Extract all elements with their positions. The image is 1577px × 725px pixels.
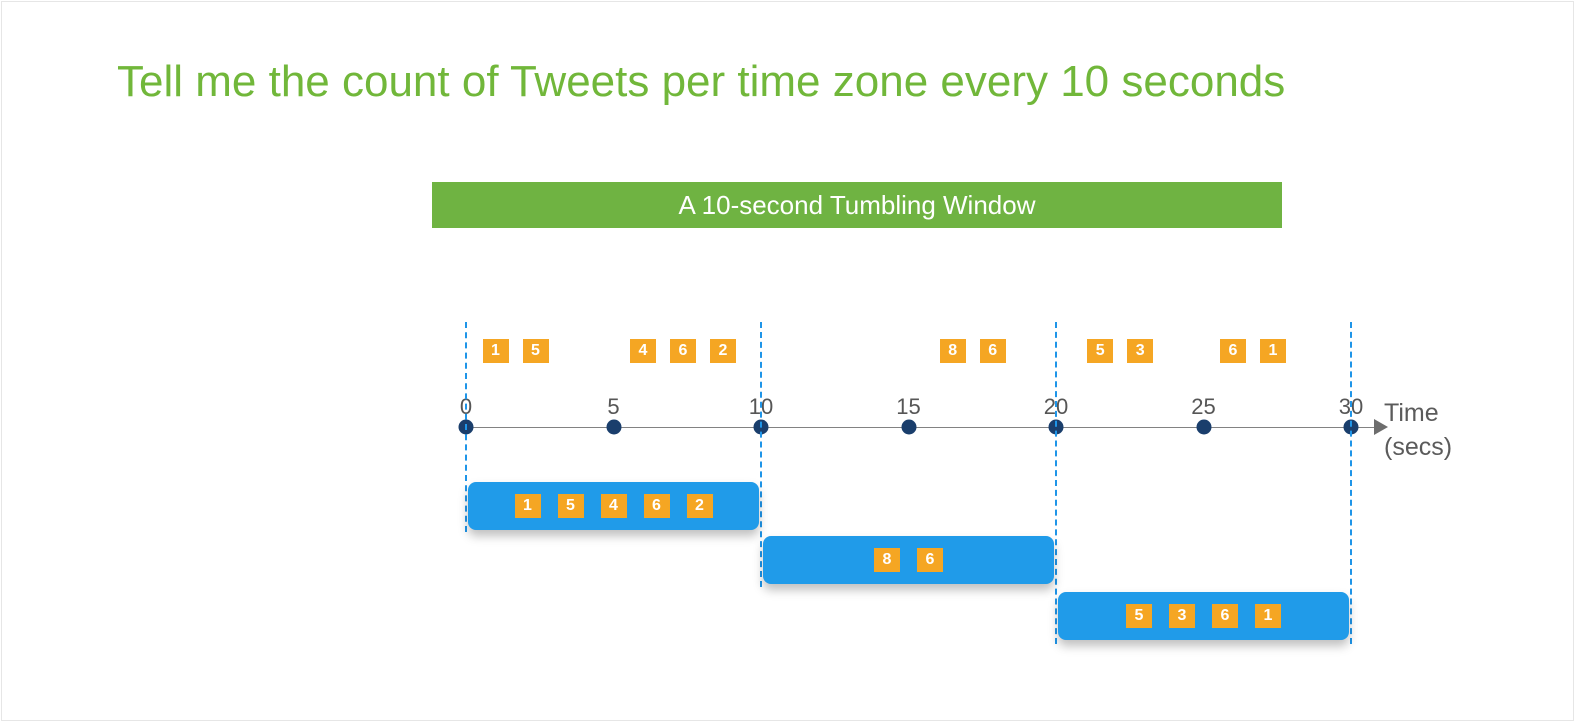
event-chip: 5 [523, 339, 549, 363]
tumbling-window: 86 [763, 536, 1054, 584]
axis-label-line1: Time [1384, 399, 1439, 427]
banner: A 10-second Tumbling Window [432, 182, 1282, 228]
event-chip: 6 [980, 339, 1006, 363]
tick-dot [1196, 420, 1211, 435]
window-guide [760, 322, 762, 587]
window-chip: 4 [601, 494, 627, 518]
window-guide [1350, 322, 1352, 644]
tick-dot [901, 420, 916, 435]
window-guide [465, 322, 467, 532]
window-chip: 1 [1255, 604, 1281, 628]
tumbling-window: 15462 [468, 482, 759, 530]
window-chip: 1 [515, 494, 541, 518]
tick-label: 25 [1191, 394, 1215, 420]
axis-label: Time (secs) [1384, 397, 1452, 465]
window-chip: 6 [644, 494, 670, 518]
window-chip: 5 [558, 494, 584, 518]
event-chip: 1 [483, 339, 509, 363]
window-chip: 2 [687, 494, 713, 518]
tick-label: 5 [607, 394, 619, 420]
event-chip: 3 [1127, 339, 1153, 363]
event-chip: 2 [710, 339, 736, 363]
event-chip: 6 [670, 339, 696, 363]
event-chip: 4 [630, 339, 656, 363]
page-title: Tell me the count of Tweets per time zon… [117, 57, 1285, 107]
time-axis [466, 427, 1374, 428]
window-chip: 3 [1169, 604, 1195, 628]
event-chip: 6 [1220, 339, 1246, 363]
window-guide [1055, 322, 1057, 644]
window-chip: 6 [917, 548, 943, 572]
event-chip: 5 [1087, 339, 1113, 363]
event-chip: 1 [1260, 339, 1286, 363]
window-chip: 6 [1212, 604, 1238, 628]
tumbling-window: 5361 [1058, 592, 1349, 640]
window-chip: 8 [874, 548, 900, 572]
window-chip: 5 [1126, 604, 1152, 628]
tick-label: 15 [896, 394, 920, 420]
event-chip: 8 [940, 339, 966, 363]
axis-label-line2: (secs) [1384, 433, 1452, 461]
tick-dot [606, 420, 621, 435]
